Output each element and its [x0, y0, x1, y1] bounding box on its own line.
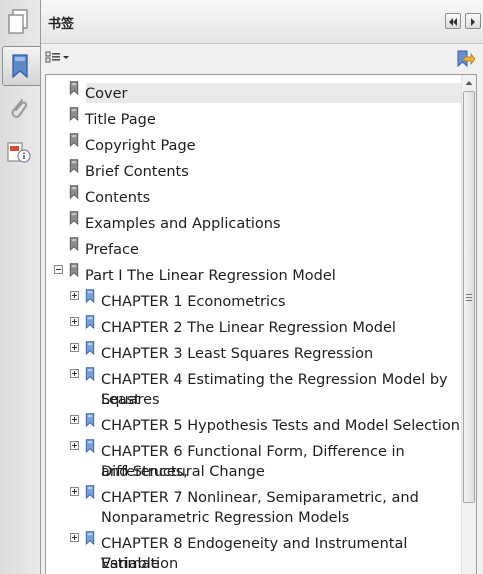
- bookmark-panel-icon: [12, 54, 28, 79]
- double-left-arrow-icon: [449, 18, 457, 26]
- bookmark-item[interactable]: CHAPTER 4 Estimating the Regression Mode…: [46, 366, 462, 412]
- bookmark-properties-button[interactable]: [455, 49, 476, 69]
- expand-icon[interactable]: [70, 317, 79, 326]
- collapse-icon[interactable]: [54, 265, 63, 274]
- bookmark-item[interactable]: CHAPTER 2 The Linear Regression Model: [46, 314, 462, 340]
- bookmark-tree: Cover Title Page Copyright Page Brief Conte…: [45, 74, 477, 574]
- paperclip-icon[interactable]: [4, 94, 34, 124]
- bookmark-item[interactable]: Examples and Applications: [46, 210, 462, 236]
- bookmark-label: CHAPTER 1 Econometrics: [101, 294, 286, 310]
- bookmark-label: Brief Contents: [85, 164, 189, 180]
- navigation-toolbar: [0, 0, 41, 574]
- bookmark-label: CHAPTER 2 The Linear Regression Model: [101, 320, 396, 336]
- bookmark-icon: [69, 237, 79, 251]
- bookmark-icon: [69, 159, 79, 173]
- options-menu-button[interactable]: [45, 50, 71, 66]
- scroll-thumb[interactable]: [463, 91, 475, 503]
- selection-highlight: [86, 83, 463, 103]
- bookmark-label: Copyright Page: [85, 138, 196, 154]
- bookmark-icon: [85, 315, 95, 329]
- bookmark-item[interactable]: CHAPTER 5 Hypothesis Tests and Model Sel…: [46, 412, 462, 438]
- pages-icon[interactable]: [4, 7, 34, 37]
- bookmark-label: CHAPTER 3 Least Squares Regression: [101, 346, 374, 362]
- expand-icon[interactable]: [70, 415, 79, 424]
- bookmark-icon: [85, 531, 95, 545]
- bookmark-item[interactable]: Title Page: [46, 106, 462, 132]
- bookmark-item[interactable]: Part I The Linear Regression Model: [46, 262, 462, 288]
- expand-icon[interactable]: [70, 487, 79, 496]
- up-arrow-icon: [465, 81, 473, 85]
- bookmark-item[interactable]: Copyright Page: [46, 132, 462, 158]
- bookmark-label: Preface: [85, 242, 139, 258]
- bookmark-item[interactable]: Preface: [46, 236, 462, 262]
- bookmark-item[interactable]: CHAPTER 3 Least Squares Regression: [46, 340, 462, 366]
- grip-icon: [466, 294, 472, 301]
- bookmark-label: Squares: [101, 392, 160, 408]
- bookmark-label: Estimation: [101, 556, 179, 572]
- bookmark-icon: [85, 485, 95, 499]
- bookmark-label: Contents: [85, 190, 151, 206]
- bookmark-icon: [69, 211, 79, 225]
- bookmark-item[interactable]: Brief Contents: [46, 158, 462, 184]
- bookmark-label: CHAPTER 7 Nonlinear, Semiparametric, and: [101, 490, 419, 506]
- bookmark-icon: [69, 107, 79, 121]
- expand-icon[interactable]: [70, 369, 79, 378]
- expand-icon[interactable]: [70, 533, 79, 542]
- bookmark-icon: [85, 341, 95, 355]
- panel-title: 书签: [48, 17, 75, 32]
- bookmark-label: Nonparametric Regression Models: [101, 510, 350, 526]
- bookmark-icon: [85, 413, 95, 427]
- panel-header: 书签: [41, 0, 483, 44]
- bookmark-toolbar: [41, 44, 483, 74]
- bookmark-icon: [69, 263, 79, 277]
- right-arrow-icon: [471, 18, 475, 26]
- bookmark-icon: [69, 81, 79, 95]
- bookmark-item[interactable]: Cover: [46, 80, 463, 106]
- bookmarks-panel: 书签 Cover Title Page Copyright Page Brief…: [41, 0, 483, 574]
- bookmark-label: Examples and Applications: [85, 216, 281, 232]
- bookmark-label: Title Page: [85, 112, 156, 128]
- expand-icon[interactable]: [70, 441, 79, 450]
- scroll-up-button[interactable]: [462, 75, 476, 89]
- bookmark-icon: [85, 289, 95, 303]
- bookmark-item[interactable]: CHAPTER 8 Endogeneity and Instrumental V…: [46, 530, 462, 574]
- vertical-scrollbar[interactable]: [461, 75, 476, 574]
- bookmark-icon: [69, 185, 79, 199]
- collapse-panel-button[interactable]: [445, 13, 461, 29]
- bookmark-label: Part I The Linear Regression Model: [85, 268, 336, 284]
- bookmark-item[interactable]: Contents: [46, 184, 462, 210]
- bookmark-item[interactable]: CHAPTER 6 Functional Form, Difference in…: [46, 438, 462, 484]
- bookmark-item[interactable]: CHAPTER 7 Nonlinear, Semiparametric, and…: [46, 484, 462, 530]
- bookmark-properties-icon: [457, 50, 476, 68]
- expand-icon[interactable]: [70, 291, 79, 300]
- options-menu-icon: [45, 51, 69, 63]
- bookmark-item[interactable]: CHAPTER 1 Econometrics: [46, 288, 462, 314]
- expand-icon[interactable]: [70, 343, 79, 352]
- bookmark-label: CHAPTER 5 Hypothesis Tests and Model Sel…: [101, 418, 460, 434]
- bookmark-icon: [85, 439, 95, 453]
- document-info-icon[interactable]: [4, 138, 34, 168]
- bookmark-label: Cover: [85, 86, 128, 102]
- bookmark-label: and Structural Change: [101, 464, 265, 480]
- expand-panel-button[interactable]: [465, 13, 481, 29]
- bookmark-icon: [85, 367, 95, 381]
- bookmark-panel-button[interactable]: [2, 46, 40, 86]
- bookmark-icon: [69, 133, 79, 147]
